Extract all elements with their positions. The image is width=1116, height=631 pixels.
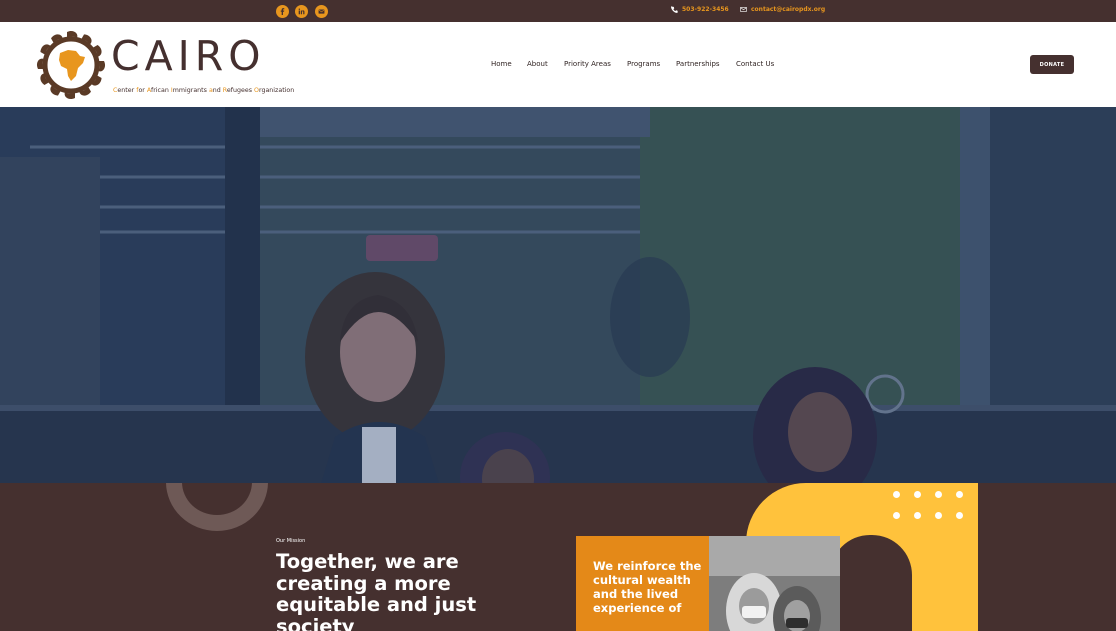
mission-headline: Together, we are creating a more equitab… (276, 550, 477, 631)
facebook-icon[interactable] (276, 5, 289, 18)
phone-contact[interactable]: 503-922-3456 (671, 6, 729, 13)
top-bar: 503-922-3456 contact@cairopdx.org (0, 0, 1116, 22)
hero-photo-illustration (0, 107, 1116, 483)
site-header: CAIRO Center for African Immigrants and … (0, 22, 1116, 107)
email-contact[interactable]: contact@cairopdx.org (740, 6, 825, 13)
mission-card: We reinforce the cultural wealth and the… (576, 536, 709, 631)
decorative-ring (166, 483, 268, 531)
nav-programs[interactable]: Programs (627, 60, 660, 68)
nav-about[interactable]: About (527, 60, 548, 68)
nav-priority-areas[interactable]: Priority Areas (564, 60, 611, 68)
mission-eyebrow: Our Mission (276, 538, 306, 544)
nav-home[interactable]: Home (491, 60, 512, 68)
donate-button[interactable]: DONATE (1030, 55, 1074, 74)
decorative-dots (893, 491, 963, 521)
hero-image (0, 107, 1116, 483)
envelope-icon (740, 7, 747, 12)
brand-wordmark[interactable]: CAIRO (111, 36, 266, 77)
cairo-logo-mark[interactable] (36, 29, 106, 101)
phone-icon (671, 6, 678, 13)
decorative-arch (830, 535, 912, 631)
email-address[interactable]: contact@cairopdx.org (751, 6, 825, 13)
phone-number[interactable]: 503-922-3456 (682, 6, 729, 13)
brand-tagline: Center for African Immigrants and Refuge… (113, 87, 295, 94)
email-icon[interactable] (315, 5, 328, 18)
mission-photo-illustration (709, 536, 840, 631)
nav-partnerships[interactable]: Partnerships (676, 60, 720, 68)
linkedin-icon[interactable] (295, 5, 308, 18)
mission-section: Our Mission Together, we are creating a … (0, 483, 1116, 631)
nav-contact-us[interactable]: Contact Us (736, 60, 774, 68)
mission-photo (709, 536, 840, 631)
mission-card-text: We reinforce the cultural wealth and the… (593, 559, 702, 615)
brand-name: CAIRO (111, 32, 266, 80)
